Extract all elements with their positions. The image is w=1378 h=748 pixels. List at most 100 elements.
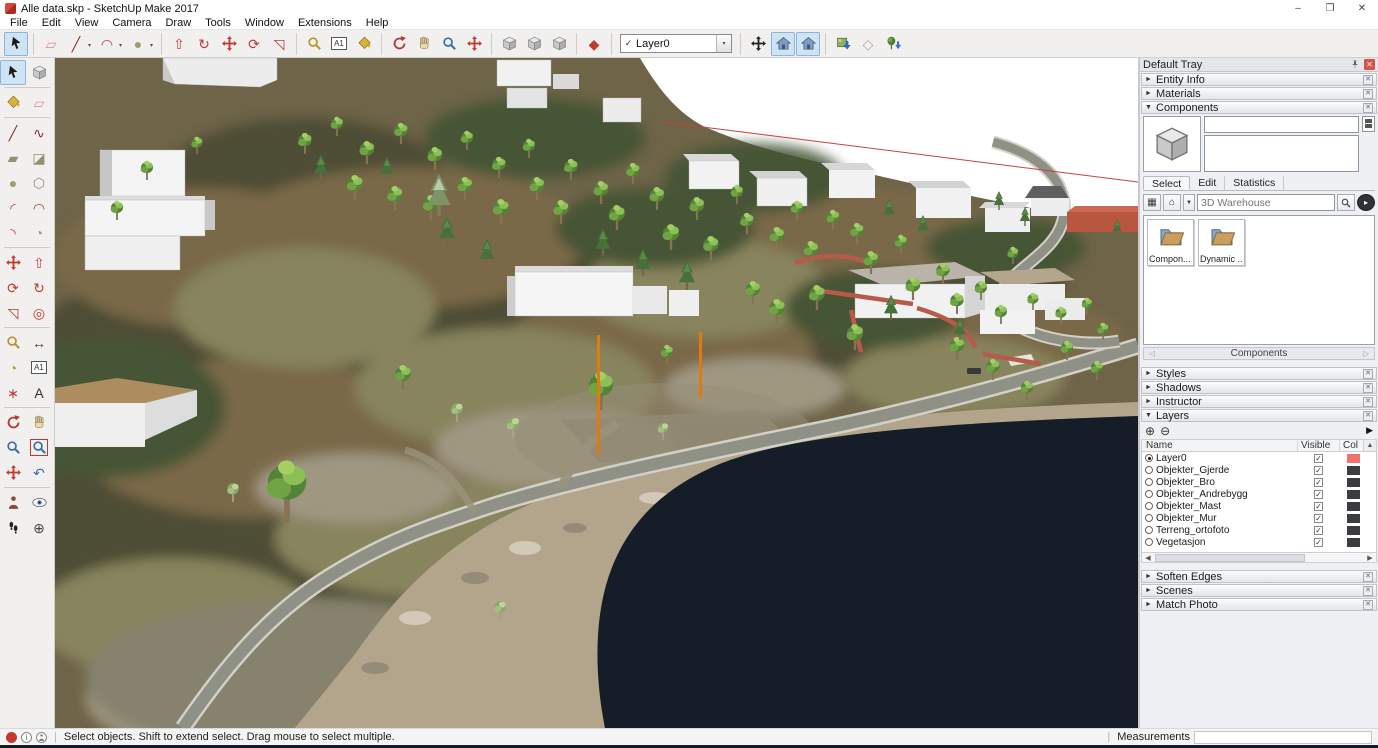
geolocation-icon[interactable] [6, 732, 17, 743]
layer-color-chip[interactable] [1347, 466, 1360, 475]
three-point-arc-icon[interactable]: ◝ [0, 220, 26, 245]
search-icon[interactable] [1337, 194, 1355, 211]
add-layer-button[interactable]: ⊕ [1145, 425, 1155, 437]
share-component-icon[interactable] [547, 32, 571, 56]
layer-visible-checkbox[interactable]: ✓ [1314, 490, 1323, 499]
components-tab[interactable]: Select [1143, 176, 1190, 190]
extension-warehouse-icon[interactable]: ◆ [582, 32, 606, 56]
home-icon[interactable]: ⌂ [1163, 194, 1181, 211]
menu-item[interactable]: Extensions [291, 17, 359, 29]
layer-visible-checkbox[interactable]: ✓ [1314, 478, 1323, 487]
share-model-icon[interactable] [522, 32, 546, 56]
component-name-input[interactable] [1204, 116, 1359, 133]
menu-item[interactable]: Window [238, 17, 291, 29]
zoom-icon[interactable] [0, 435, 26, 460]
layer-row[interactable]: Terreng_ortofoto ✓ [1142, 524, 1363, 536]
section-instructor[interactable]: ►Instructor✕ [1141, 395, 1377, 408]
menu-item[interactable]: Camera [105, 17, 158, 29]
protractor-icon[interactable]: ◔ [0, 355, 26, 380]
section-close-icon[interactable]: ✕ [1363, 397, 1373, 407]
section-plane-icon[interactable]: ⊕ [26, 515, 52, 540]
eraser-icon[interactable]: ▱ [26, 90, 52, 115]
layer-radio[interactable] [1145, 514, 1153, 522]
pan-icon[interactable] [412, 32, 436, 56]
layer-visible-checkbox[interactable]: ✓ [1314, 466, 1323, 475]
get-models-icon[interactable] [497, 32, 521, 56]
layer-visible-checkbox[interactable]: ✓ [1314, 526, 1323, 535]
layer-radio[interactable] [1145, 478, 1153, 486]
measurements-input[interactable] [1194, 731, 1372, 744]
dimension-icon[interactable]: ↔ [26, 330, 52, 355]
layer-visible-checkbox[interactable]: ✓ [1314, 502, 1323, 511]
3d-text-icon[interactable]: A [26, 380, 52, 405]
menu-item[interactable]: View [68, 17, 106, 29]
hscroll-thumb[interactable] [1155, 554, 1305, 562]
section-close-icon[interactable]: ✕ [1363, 383, 1373, 393]
combo-dropdown-icon[interactable]: ▾ [716, 35, 731, 52]
view-options-button[interactable]: ▦ [1143, 194, 1161, 211]
credits-icon[interactable]: i [21, 732, 32, 743]
layer-radio[interactable] [1145, 502, 1153, 510]
components-tab[interactable]: Statistics [1225, 176, 1284, 190]
prev-pane-icon[interactable]: ◁ [1144, 349, 1160, 358]
scroll-up-icon[interactable]: ▲ [1363, 440, 1376, 451]
layer-visible-checkbox[interactable]: ✓ [1314, 538, 1323, 547]
section-scenes[interactable]: ►Scenes✕ [1141, 584, 1377, 597]
pie-icon[interactable]: ◔ [26, 220, 52, 245]
layer-color-chip[interactable] [1347, 454, 1360, 463]
tape-measure-icon[interactable] [0, 330, 26, 355]
paint-bucket-icon[interactable] [0, 90, 26, 115]
walk-icon[interactable] [0, 515, 26, 540]
section-components[interactable]: ▼Components✕ [1141, 101, 1377, 114]
menu-item[interactable]: Tools [198, 17, 238, 29]
layer-row[interactable]: Objekter_Gjerde ✓ [1142, 464, 1363, 476]
line-icon[interactable]: ╱ [0, 120, 26, 145]
hide-rest-of-model-icon[interactable] [771, 32, 795, 56]
section-entity-info[interactable]: ►Entity Info✕ [1141, 73, 1377, 86]
restore-button[interactable]: ❐ [1314, 0, 1346, 17]
layer-color-chip[interactable] [1347, 478, 1360, 487]
two-point-arc-icon[interactable]: ◠ [26, 195, 52, 220]
hide-similar-components-icon[interactable] [796, 32, 820, 56]
layer-color-chip[interactable] [1347, 538, 1360, 547]
layer-row[interactable]: Objekter_Andrebygg ✓ [1142, 488, 1363, 500]
offset-icon[interactable]: ◎ [26, 300, 52, 325]
layer-color-chip[interactable] [1347, 502, 1360, 511]
rotate-icon[interactable]: ⟳ [0, 275, 26, 300]
tray-close-button[interactable]: ✕ [1364, 59, 1375, 70]
components-tab[interactable]: Edit [1190, 176, 1225, 190]
scale-icon[interactable]: ◹ [267, 32, 291, 56]
dimension-icon[interactable]: A1 [327, 32, 351, 56]
menu-item[interactable]: Help [359, 17, 396, 29]
section-close-icon[interactable]: ✕ [1363, 103, 1373, 113]
follow-me-icon[interactable]: ↻ [192, 32, 216, 56]
layers-hscrollbar[interactable]: ◀ ▶ [1141, 552, 1377, 563]
section-close-icon[interactable]: ✕ [1363, 75, 1373, 85]
layer-radio[interactable] [1145, 490, 1153, 498]
eraser-icon[interactable]: ▱ [39, 32, 63, 56]
section-close-icon[interactable]: ✕ [1363, 411, 1373, 421]
text-icon[interactable]: A1 [26, 355, 52, 380]
menu-item[interactable]: File [3, 17, 35, 29]
column-color[interactable]: Col [1340, 440, 1363, 451]
rotate-icon[interactable]: ⟳ [242, 32, 266, 56]
layer-visible-checkbox[interactable]: ✓ [1314, 514, 1323, 523]
orbit-icon[interactable] [0, 410, 26, 435]
rectangle-icon[interactable]: ▰ [0, 145, 26, 170]
layer-radio[interactable] [1145, 454, 1153, 462]
viewport-3d[interactable] [55, 58, 1138, 728]
follow-me-icon[interactable]: ↻ [26, 275, 52, 300]
secondary-pane-button[interactable] [1362, 116, 1375, 132]
layer-color-chip[interactable] [1347, 526, 1360, 535]
section-styles[interactable]: ►Styles✕ [1141, 367, 1377, 380]
layer-radio[interactable] [1145, 538, 1153, 546]
menu-item[interactable]: Draw [158, 17, 198, 29]
layer-visible-checkbox[interactable]: ✓ [1314, 454, 1323, 463]
help-icon[interactable] [36, 732, 47, 743]
layer-radio[interactable] [1145, 526, 1153, 534]
photo-textures-icon[interactable] [881, 32, 905, 56]
arc-icon[interactable]: ◜ [0, 195, 26, 220]
shapes-icon[interactable]: ●▾ [126, 32, 150, 56]
pin-icon[interactable] [1349, 59, 1361, 71]
section-close-icon[interactable]: ✕ [1363, 586, 1373, 596]
